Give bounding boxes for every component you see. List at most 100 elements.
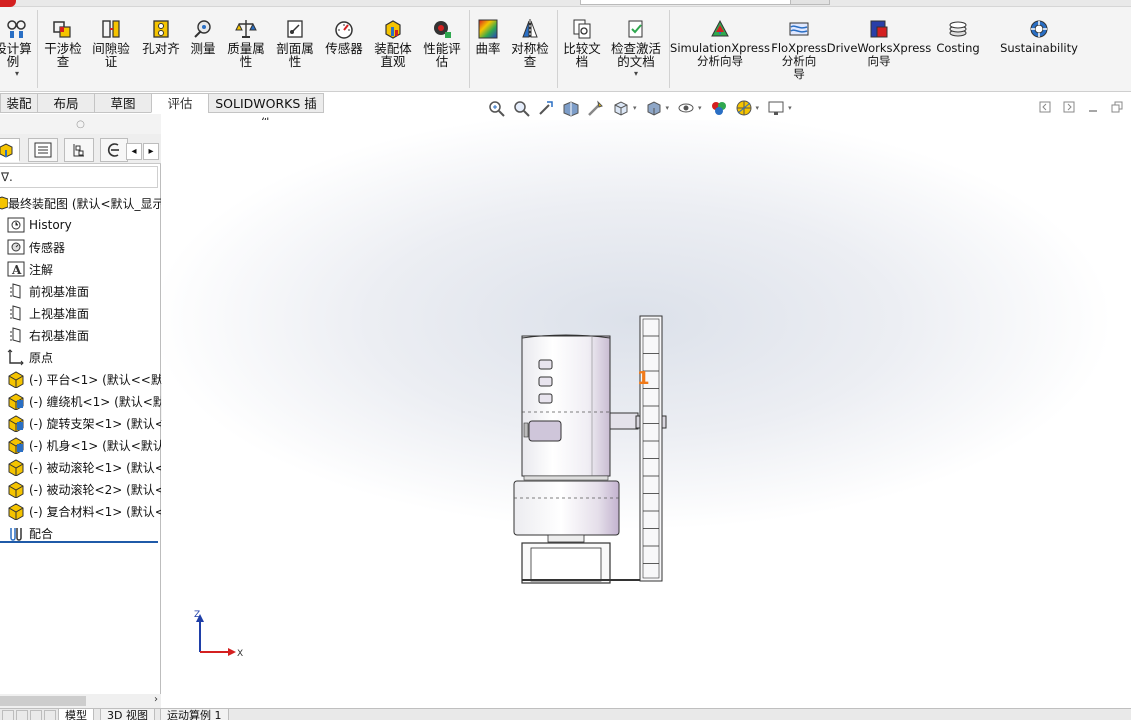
zoom-to-area-icon[interactable] (510, 97, 532, 119)
configuration-manager-tab[interactable] (64, 138, 94, 162)
symmetry-check-button[interactable]: 对称检 查 (507, 18, 553, 68)
pane-right-icon[interactable] (1062, 100, 1076, 114)
scrollbar-thumb[interactable] (0, 696, 86, 706)
tab-evaluate[interactable]: 评估 (151, 93, 209, 113)
restore-icon[interactable] (1110, 100, 1124, 114)
performance-evaluation-button[interactable]: 性能评 估 (419, 18, 465, 68)
property-manager-tab[interactable] (28, 138, 58, 162)
chevron-down-icon[interactable]: ▾ (15, 70, 19, 78)
zoom-to-fit-icon[interactable] (485, 97, 507, 119)
tree-item-right-plane[interactable]: 右视基准面 (0, 324, 161, 346)
hole-alignment-button[interactable]: 孔对齐 (139, 18, 183, 55)
interference-check-button[interactable]: 干涉检 查 (41, 18, 85, 68)
check-active-document-button[interactable]: 检查激活 的文档 ▾ (607, 18, 665, 78)
prev-tab-button[interactable] (16, 710, 28, 720)
tree-item-part-winding-machine[interactable]: (-) 缠绕机<1> (默认<默 (0, 390, 161, 412)
tree-item-part-platform[interactable]: (-) 平台<1> (默认<<默 (0, 368, 161, 390)
last-tab-button[interactable] (44, 710, 56, 720)
feature-manager-tab[interactable] (0, 138, 20, 162)
clearance-verification-icon (100, 18, 122, 40)
interference-check-label: 干涉检 查 (44, 41, 82, 69)
tab-assembly[interactable]: 装配体 (0, 93, 38, 131)
title-strip (0, 0, 1131, 7)
first-tab-button[interactable] (2, 710, 14, 720)
tree-item-part-passive-roller-1[interactable]: (-) 被动滚轮<1> (默认< (0, 456, 161, 478)
display-style-icon[interactable] (643, 97, 665, 119)
scroll-right-icon[interactable]: › (154, 694, 158, 705)
chevron-down-icon[interactable]: ▾ (634, 70, 638, 78)
winding-machine-body[interactable] (521, 334, 611, 477)
tab-model[interactable]: 模型 (58, 709, 94, 720)
assembly-model[interactable]: 1 (162, 120, 1131, 708)
tree-root-assembly[interactable]: 最终装配图 (默认<默认_显示 (0, 192, 161, 214)
chevron-down-icon[interactable]: ▾ (788, 104, 792, 112)
chevron-down-icon[interactable]: ▾ (633, 104, 637, 112)
tree-item-part-passive-roller-2[interactable]: (-) 被动滚轮<2> (默认< (0, 478, 161, 500)
tree-item-part-body[interactable]: (-) 机身<1> (默认<默认 (0, 434, 161, 456)
previous-view-icon[interactable] (535, 97, 557, 119)
compare-documents-button[interactable]: 比较文 档 (559, 18, 605, 68)
pane-left-icon[interactable] (1038, 100, 1052, 114)
sustainability-button[interactable]: Sustainability (996, 18, 1082, 55)
tab-solidworks-addins[interactable]: SOLIDWORKS 插件 (208, 93, 324, 131)
solidworks-logo-icon[interactable] (0, 0, 16, 7)
mates-icon (6, 524, 26, 542)
tree-item-label: (-) 机身<1> (默认<默认 (29, 438, 161, 453)
view-settings-icon[interactable] (765, 97, 787, 119)
tree-item-sensors[interactable]: 传感器 (0, 236, 161, 258)
compare-documents-label: 比较文 档 (563, 41, 601, 69)
tree-filter[interactable]: ∇. (0, 166, 158, 188)
chevron-down-icon[interactable]: ▾ (666, 104, 670, 112)
dimxpert-manager-tab[interactable] (100, 138, 128, 162)
part-yellow-icon (6, 458, 26, 476)
tree-item-history[interactable]: History (0, 214, 161, 236)
clearance-verification-button[interactable]: 间隙验 证 (89, 18, 133, 68)
tree-item-part-rotating-bracket[interactable]: (-) 旋转支架<1> (默认< (0, 412, 161, 434)
tab-sketch[interactable]: 草图 (94, 93, 152, 113)
tabs-scroll-left-button[interactable]: ◂ (126, 143, 142, 160)
triad-x-label: X (237, 649, 243, 659)
edit-appearance-icon[interactable] (708, 97, 730, 119)
curvature-button[interactable]: 曲率 (472, 18, 504, 55)
section-properties-icon (284, 18, 306, 40)
tab-layout[interactable]: 布局 (37, 93, 95, 113)
measure-button[interactable]: 测量 (186, 18, 220, 55)
tree-item-annotations[interactable]: A 注解 (0, 258, 161, 280)
tabs-scroll-right-button[interactable]: ▸ (143, 143, 159, 160)
chevron-down-icon[interactable]: ▾ (698, 104, 702, 112)
tree-item-label: 前视基准面 (29, 284, 90, 299)
next-tab-button[interactable] (30, 710, 42, 720)
panel-horizontal-scrollbar[interactable]: › (0, 694, 161, 708)
tab-motion-study[interactable]: 运动算例 1 (160, 709, 229, 720)
apply-scene-icon[interactable] (733, 97, 755, 119)
hide-show-items-icon[interactable] (675, 97, 697, 119)
ladder-tower[interactable] (639, 315, 663, 582)
section-properties-button[interactable]: 剖面属 性 (273, 18, 317, 68)
base-drum[interactable] (513, 475, 620, 543)
panel-grip[interactable]: ○ (0, 114, 161, 134)
tree-item-origin[interactable]: 原点 (0, 346, 161, 368)
floxpress-button[interactable]: FloXpress 分析向 导 (770, 18, 828, 81)
assembly-visualization-button[interactable]: 装配体 直观 (370, 18, 416, 68)
driveworksxpress-button[interactable]: DriveWorksXpress 向导 (827, 18, 931, 68)
tree-rollback-bar[interactable] (0, 541, 158, 543)
simulationxpress-button[interactable]: SimulationXpress 分析向导 (670, 18, 770, 68)
tree-item-top-plane[interactable]: 上视基准面 (0, 302, 161, 324)
graphics-area[interactable]: 1 Z X (162, 120, 1131, 708)
view-orientation-icon[interactable] (610, 97, 632, 119)
design-study-button[interactable]: 设计算 例 ▾ (0, 18, 34, 78)
tree-item-part-composite[interactable]: (-) 复合材料<1> (默认< (0, 500, 161, 522)
minimize-icon[interactable] (1086, 100, 1100, 114)
tree-item-label: 注解 (29, 262, 54, 277)
costing-button[interactable]: Costing (932, 18, 984, 55)
tab-3d-view[interactable]: 3D 视图 (100, 709, 155, 720)
search-button-edge[interactable] (790, 0, 830, 5)
section-view-icon[interactable] (560, 97, 582, 119)
mass-properties-button[interactable]: 质量属 性 (224, 18, 268, 68)
measure-icon (192, 18, 214, 40)
dynamic-annotation-view-icon[interactable] (585, 97, 607, 119)
assembly-icon (0, 194, 8, 212)
sensor-button[interactable]: 传感器 (320, 18, 368, 55)
chevron-down-icon[interactable]: ▾ (756, 104, 760, 112)
tree-item-front-plane[interactable]: 前视基准面 (0, 280, 161, 302)
